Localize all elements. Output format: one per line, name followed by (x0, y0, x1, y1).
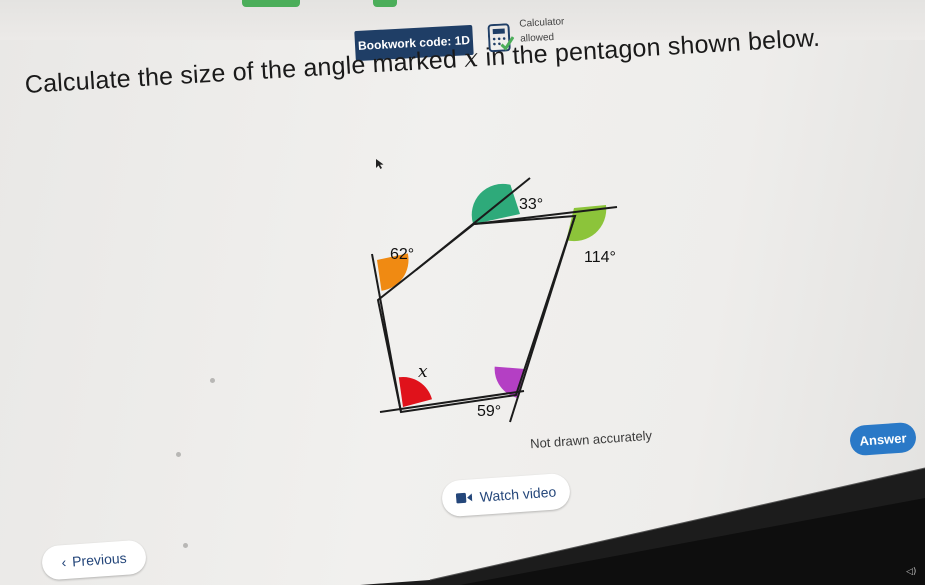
angle-label-33: 33° (519, 196, 543, 213)
answer-button[interactable]: Answer (849, 421, 917, 457)
decorative-dot (210, 378, 215, 383)
chevron-left-icon: ‹ (60, 553, 67, 571)
angle-label-62: 62° (390, 246, 414, 263)
previous-button[interactable]: ‹ Previous (40, 539, 148, 581)
watch-video-label: Watch video (479, 483, 557, 505)
angle-label-59: 59° (477, 403, 501, 420)
angle-label-x: x (418, 362, 428, 382)
decorative-dot (176, 452, 181, 457)
previous-label: Previous (71, 549, 128, 570)
angle-label-114: 114° (584, 249, 616, 266)
decorative-dot (183, 543, 188, 548)
extended-line (415, 177, 531, 271)
video-camera-icon (455, 492, 473, 504)
